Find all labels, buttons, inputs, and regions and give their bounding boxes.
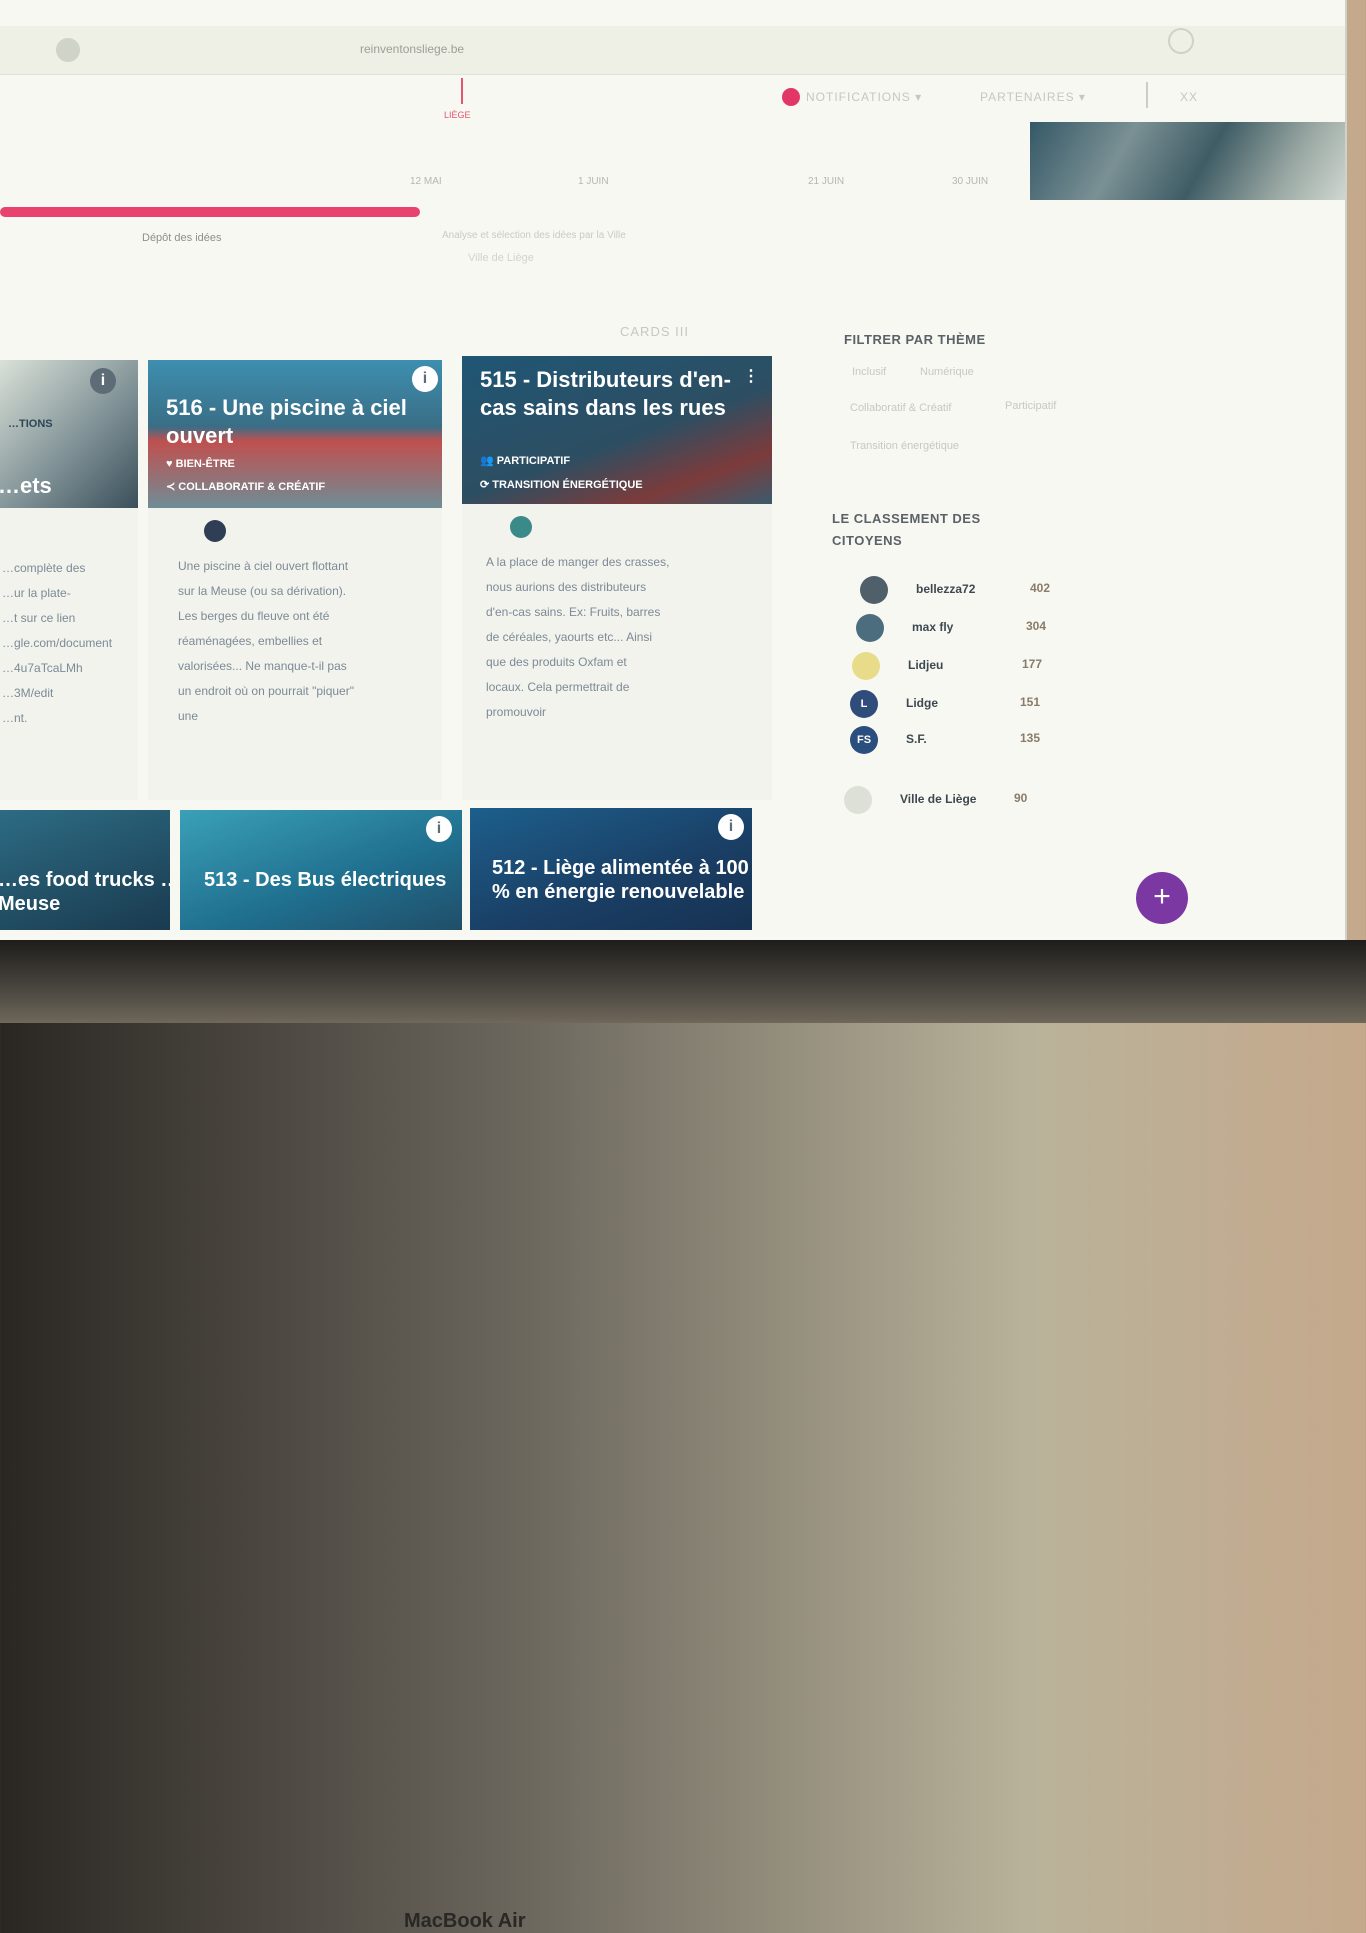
card-title: …ets <box>0 473 52 498</box>
theme-filter[interactable]: Participatif <box>1005 400 1056 412</box>
site-logo[interactable]: LIÈGE <box>444 78 478 126</box>
ranking-score: 177 <box>1022 657 1043 671</box>
info-icon[interactable]: i <box>426 816 452 842</box>
ranking-row[interactable]: bellezza72 402 <box>860 576 1080 604</box>
ranking-score: 90 <box>1014 791 1028 805</box>
logo-text: LIÈGE <box>444 110 471 120</box>
ranking-row[interactable]: Lidjeu 177 <box>852 652 1072 680</box>
timeline-date: 30 JUIN <box>952 176 989 187</box>
user-avatar-icon <box>844 786 872 814</box>
browser-address-bar <box>0 26 1345 75</box>
ranking-row[interactable]: FS S.F. 135 <box>850 726 1070 754</box>
logo-mark-icon <box>461 78 463 104</box>
menu-icon[interactable]: ⋮ <box>738 364 764 390</box>
user-avatar-icon <box>852 652 880 680</box>
ranking-user-name[interactable]: max fly <box>912 620 953 634</box>
timeline-date: 12 MAI <box>410 176 442 187</box>
theme-filter[interactable]: Numérique <box>920 366 974 378</box>
ranking-score: 135 <box>1020 731 1041 745</box>
idea-card[interactable]: …es food trucks …de la Meuse <box>0 810 170 930</box>
user-menu-icon[interactable] <box>1146 82 1164 108</box>
card-theme: 👥 PARTICIPATIF <box>480 455 571 467</box>
timeline-link[interactable]: Ville de Liège <box>468 252 534 264</box>
user-avatar-icon: L <box>850 690 878 718</box>
info-icon[interactable]: i <box>412 366 438 392</box>
nav-notifications[interactable]: NOTIFICATIONS ▾ <box>806 90 922 104</box>
author-avatar-icon <box>204 520 226 542</box>
site-favicon-icon <box>56 38 80 62</box>
info-icon[interactable]: i <box>90 368 116 394</box>
user-avatar-icon <box>860 576 888 604</box>
ranking-score: 151 <box>1020 695 1041 709</box>
card-description: Une piscine à ciel ouvert flottant sur la… <box>178 559 354 723</box>
ranking-score: 304 <box>1026 619 1047 633</box>
idea-card[interactable]: …TIONS …ets i …complète des …ur la plate-… <box>0 360 138 800</box>
ranking-score: 402 <box>1030 581 1051 595</box>
card-title: 512 - Liège alimentée à 100 % en énergie… <box>492 857 749 903</box>
card-description: A la place de manger des crasses, nous au… <box>486 555 670 719</box>
theme-filter[interactable]: Collaboratif & Créatif <box>850 402 952 414</box>
info-icon[interactable]: i <box>718 814 744 840</box>
idea-card[interactable]: 515 - Distributeurs d'en-cas sains dans … <box>462 356 772 800</box>
theme-filter[interactable]: Inclusif <box>852 366 886 378</box>
laptop-bezel: MacBook Air <box>0 940 1366 1932</box>
ranking-user-name[interactable]: Lidjeu <box>908 658 943 672</box>
card-theme: …TIONS <box>8 418 53 430</box>
add-idea-button[interactable]: + <box>1136 872 1188 924</box>
idea-card[interactable]: 513 - Des Bus électriques i <box>180 810 462 930</box>
card-title: 513 - Des Bus électriques <box>204 869 447 891</box>
user-name[interactable]: XX <box>1180 90 1198 104</box>
card-title: 516 - Une piscine à ciel ouvert <box>166 395 407 448</box>
ranking-user-name[interactable]: bellezza72 <box>916 582 975 596</box>
laptop-screen: reinventonsliege.be LIÈGE NOTIFICATIONS … <box>0 0 1345 940</box>
ranking-title: LE CLASSEMENT DES CITOYENS <box>832 511 981 548</box>
url-field[interactable]: reinventonsliege.be <box>360 42 464 56</box>
timeline-current-step: Dépôt des idées <box>142 232 222 244</box>
theme-filter[interactable]: Transition énergétique <box>850 440 959 452</box>
timeline-date: 1 JUIN <box>578 176 609 187</box>
timeline-progress-bar <box>0 207 420 217</box>
user-avatar-icon <box>856 614 884 642</box>
nav-partenaires[interactable]: PARTENAIRES ▾ <box>980 90 1086 104</box>
ranking-user-name[interactable]: Ville de Liège <box>900 792 976 806</box>
card-theme: ≺ COLLABORATIF & CRÉATIF <box>166 481 326 493</box>
cards-heading: CARDS III <box>620 324 689 339</box>
ranking-row[interactable]: L Lidge 151 <box>850 690 1070 718</box>
card-description: …complète des …ur la plate- …t sur ce lien… <box>2 561 113 725</box>
author-avatar-icon <box>510 516 532 538</box>
card-theme: ♥ BIEN-ÊTRE <box>166 458 235 470</box>
ranking-user-name[interactable]: Lidge <box>906 696 938 710</box>
filter-title: FILTRER PAR THÈME <box>844 332 986 347</box>
header-photo <box>1030 122 1345 200</box>
idea-card[interactable]: 512 - Liège alimentée à 100 % en énergie… <box>470 808 752 930</box>
device-brand: MacBook Air <box>404 1910 526 1932</box>
user-avatar-icon: FS <box>850 726 878 754</box>
ranking-row[interactable]: Ville de Liège 90 <box>844 786 1064 814</box>
card-title: 515 - Distributeurs d'en-cas sains dans … <box>480 367 731 420</box>
idea-card[interactable]: 516 - Une piscine à ciel ouvert ♥ BIEN-Ê… <box>148 360 442 800</box>
ranking-row[interactable]: max fly 304 <box>856 614 1076 642</box>
timeline-next-step: Analyse et sélection des idées par la Vi… <box>442 230 626 241</box>
card-theme: ⟳ TRANSITION ÉNERGÉTIQUE <box>480 479 643 491</box>
ranking-user-name[interactable]: S.F. <box>906 732 927 746</box>
timeline-date: 21 JUIN <box>808 176 845 187</box>
extension-icon[interactable] <box>1168 28 1194 54</box>
notification-bell-icon[interactable] <box>782 88 800 106</box>
card-title: …es food trucks …de la Meuse <box>0 869 170 915</box>
